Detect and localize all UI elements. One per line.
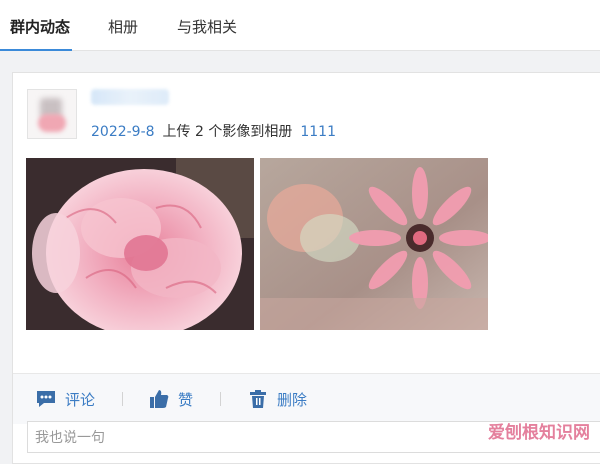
post-date[interactable]: 2022-9-8: [91, 124, 155, 140]
like-button[interactable]: 赞: [148, 388, 193, 410]
delete-label: 删除: [277, 390, 308, 409]
tab-album-label: 相册: [107, 18, 138, 36]
delete-button[interactable]: 删除: [247, 388, 307, 410]
tab-related-to-me[interactable]: 与我相关: [175, 0, 239, 50]
like-label: 赞: [178, 390, 194, 409]
tab-related-label: 与我相关: [176, 18, 237, 36]
site-watermark: 爱刨根知识网: [488, 423, 590, 443]
user-name-blurred[interactable]: [91, 89, 169, 105]
comment-button[interactable]: 评论: [35, 388, 95, 410]
comment-icon: [37, 391, 55, 407]
thumbs-up-icon: [150, 390, 169, 408]
action-separator: [220, 392, 221, 406]
avatar[interactable]: [27, 89, 77, 139]
tab-album[interactable]: 相册: [106, 0, 140, 50]
avatar-blur-bottom: [38, 114, 66, 132]
trash-icon: [250, 390, 266, 408]
action-separator: [122, 392, 123, 406]
active-tab-indicator: [0, 49, 72, 51]
tab-group-feed-label: 群内动态: [9, 18, 70, 36]
photo-gerbera[interactable]: [260, 158, 488, 330]
tab-group-feed[interactable]: 群内动态: [0, 0, 72, 51]
post-meta: 2022-9-8 上传 2 个影像到相册 1111: [91, 121, 336, 141]
photo-carnation[interactable]: [26, 158, 254, 330]
album-link[interactable]: 1111: [300, 124, 336, 140]
comment-label: 评论: [65, 390, 96, 409]
post-action-text: 上传 2 个影像到相册: [162, 124, 293, 140]
post-action-bar: 评论 赞 删除: [13, 374, 600, 424]
feed-post-card: 2022-9-8 上传 2 个影像到相册 1111 评论 赞 删除 我也说一句: [12, 72, 600, 464]
tab-bar: 群内动态 相册 与我相关: [0, 0, 600, 51]
